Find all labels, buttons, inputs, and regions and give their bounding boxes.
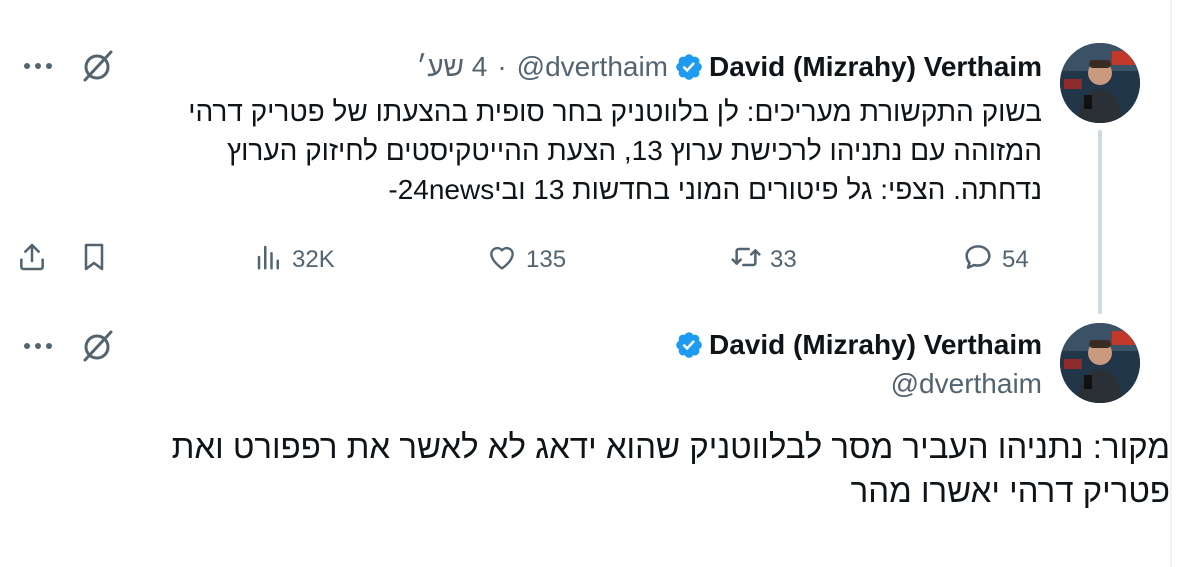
tweet-text-line: נדחתה. הצפי: גל פיטורים המוני בחדשות 13 … bbox=[388, 174, 1042, 205]
views-count: 32K bbox=[292, 246, 335, 273]
avatar[interactable] bbox=[1060, 323, 1140, 403]
views-icon bbox=[254, 242, 284, 279]
reply-button[interactable]: 54 bbox=[962, 238, 1029, 282]
author-handle[interactable]: @dverthaim bbox=[517, 50, 668, 84]
tweet-header: David (Mizrahy) Verthaim bbox=[668, 328, 1042, 362]
more-icon[interactable] bbox=[16, 326, 60, 366]
grok-icon[interactable] bbox=[76, 46, 120, 86]
views-button[interactable]: 32K bbox=[254, 238, 335, 282]
bookmark-icon bbox=[78, 241, 110, 280]
tweet-timestamp[interactable]: 4 שע׳ bbox=[416, 50, 487, 84]
like-button[interactable]: 135 bbox=[486, 238, 566, 282]
main-tweet-text-line: מקור: נתניהו העביר מסר לבלווטניק שהוא יד… bbox=[171, 428, 1170, 465]
author-name[interactable]: David (Mizrahy) Verthaim bbox=[709, 328, 1042, 362]
author-name[interactable]: David (Mizrahy) Verthaim bbox=[709, 50, 1042, 84]
avatar[interactable] bbox=[1060, 43, 1140, 123]
tweet-top-actions bbox=[16, 326, 120, 366]
thread-connector-line bbox=[1098, 130, 1102, 314]
retweet-icon bbox=[730, 241, 762, 280]
tweet-text-line: המזוהה עם נתניהו לרכישת ערוץ 13, הצעת הה… bbox=[227, 135, 1042, 166]
tweet-action-bar: 32K 135 33 54 bbox=[14, 238, 1054, 282]
tweet-text: בשוק התקשורת מעריכים: לן בלווטניק בחר סו… bbox=[2, 92, 1042, 209]
reply-count: 54 bbox=[1002, 246, 1029, 273]
column-border bbox=[1170, 0, 1172, 567]
tweet-text-line: בשוק התקשורת מעריכים: לן בלווטניק בחר סו… bbox=[188, 96, 1042, 127]
main-tweet-text-line: פטריק דרהי יאשרו מהר bbox=[850, 472, 1170, 509]
separator-dot: · bbox=[497, 51, 507, 82]
more-icon[interactable] bbox=[16, 46, 60, 86]
verified-badge-icon bbox=[674, 52, 704, 82]
bookmark-button[interactable] bbox=[78, 238, 110, 282]
share-icon bbox=[16, 241, 48, 280]
retweet-count: 33 bbox=[770, 246, 797, 273]
share-button[interactable] bbox=[16, 238, 48, 282]
retweet-button[interactable]: 33 bbox=[730, 238, 797, 282]
tweet-top-actions bbox=[16, 46, 120, 86]
author-handle[interactable]: @dverthaim bbox=[891, 367, 1042, 401]
main-tweet-text: מקור: נתניהו העביר מסר לבלווטניק שהוא יד… bbox=[30, 425, 1170, 513]
reply-icon bbox=[962, 241, 994, 280]
tweet-header: David (Mizrahy) Verthaim @dverthaim · 4 … bbox=[416, 50, 1042, 84]
like-count: 135 bbox=[526, 246, 567, 273]
verified-badge-icon bbox=[674, 330, 704, 360]
heart-icon bbox=[486, 241, 518, 280]
tweet-thread: David (Mizrahy) Verthaim @dverthaim · 4 … bbox=[0, 0, 1200, 567]
grok-icon[interactable] bbox=[76, 326, 120, 366]
